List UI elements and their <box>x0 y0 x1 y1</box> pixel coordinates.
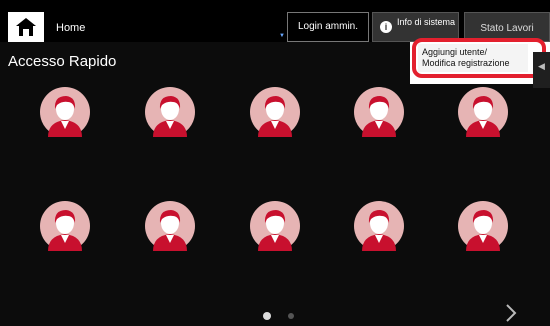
side-tab-arrow-icon: ◀ <box>538 61 545 71</box>
user-avatar-icon <box>145 87 195 137</box>
user-avatar-7[interactable] <box>145 201 195 251</box>
user-avatar-icon <box>354 87 404 137</box>
user-avatar-icon <box>458 87 508 137</box>
user-avatar-icon <box>40 201 90 251</box>
user-avatar-9[interactable] <box>354 201 404 251</box>
user-avatar-3[interactable] <box>250 87 300 137</box>
user-avatar-icon <box>250 201 300 251</box>
user-avatar-8[interactable] <box>250 201 300 251</box>
info-icon: i <box>380 21 392 33</box>
side-panel-tab[interactable]: ◀ <box>533 52 550 88</box>
page-title: Accesso Rapido <box>8 53 117 70</box>
user-avatar-icon <box>40 87 90 137</box>
user-avatar-10[interactable] <box>458 201 508 251</box>
user-avatar-icon <box>145 201 195 251</box>
user-avatar-1[interactable] <box>40 87 90 137</box>
page-indicator-active[interactable] <box>263 312 271 320</box>
user-avatar-icon <box>250 87 300 137</box>
highlight-frame <box>412 38 546 78</box>
dropdown-indicator-icon: ▼ <box>279 33 285 39</box>
user-avatar-6[interactable] <box>40 201 90 251</box>
home-icon <box>16 18 36 36</box>
user-avatar-4[interactable] <box>354 87 404 137</box>
home-button[interactable] <box>8 12 44 42</box>
admin-login-button[interactable]: Login ammin. <box>287 12 369 42</box>
user-avatar-icon <box>354 201 404 251</box>
page-indicator-inactive[interactable] <box>288 313 294 319</box>
user-avatar-icon <box>458 201 508 251</box>
user-avatar-2[interactable] <box>145 87 195 137</box>
user-avatar-5[interactable] <box>458 87 508 137</box>
next-arrow-icon[interactable] <box>504 302 518 324</box>
system-info-label: Info di sistema <box>397 17 456 27</box>
home-label: Home <box>56 22 86 34</box>
